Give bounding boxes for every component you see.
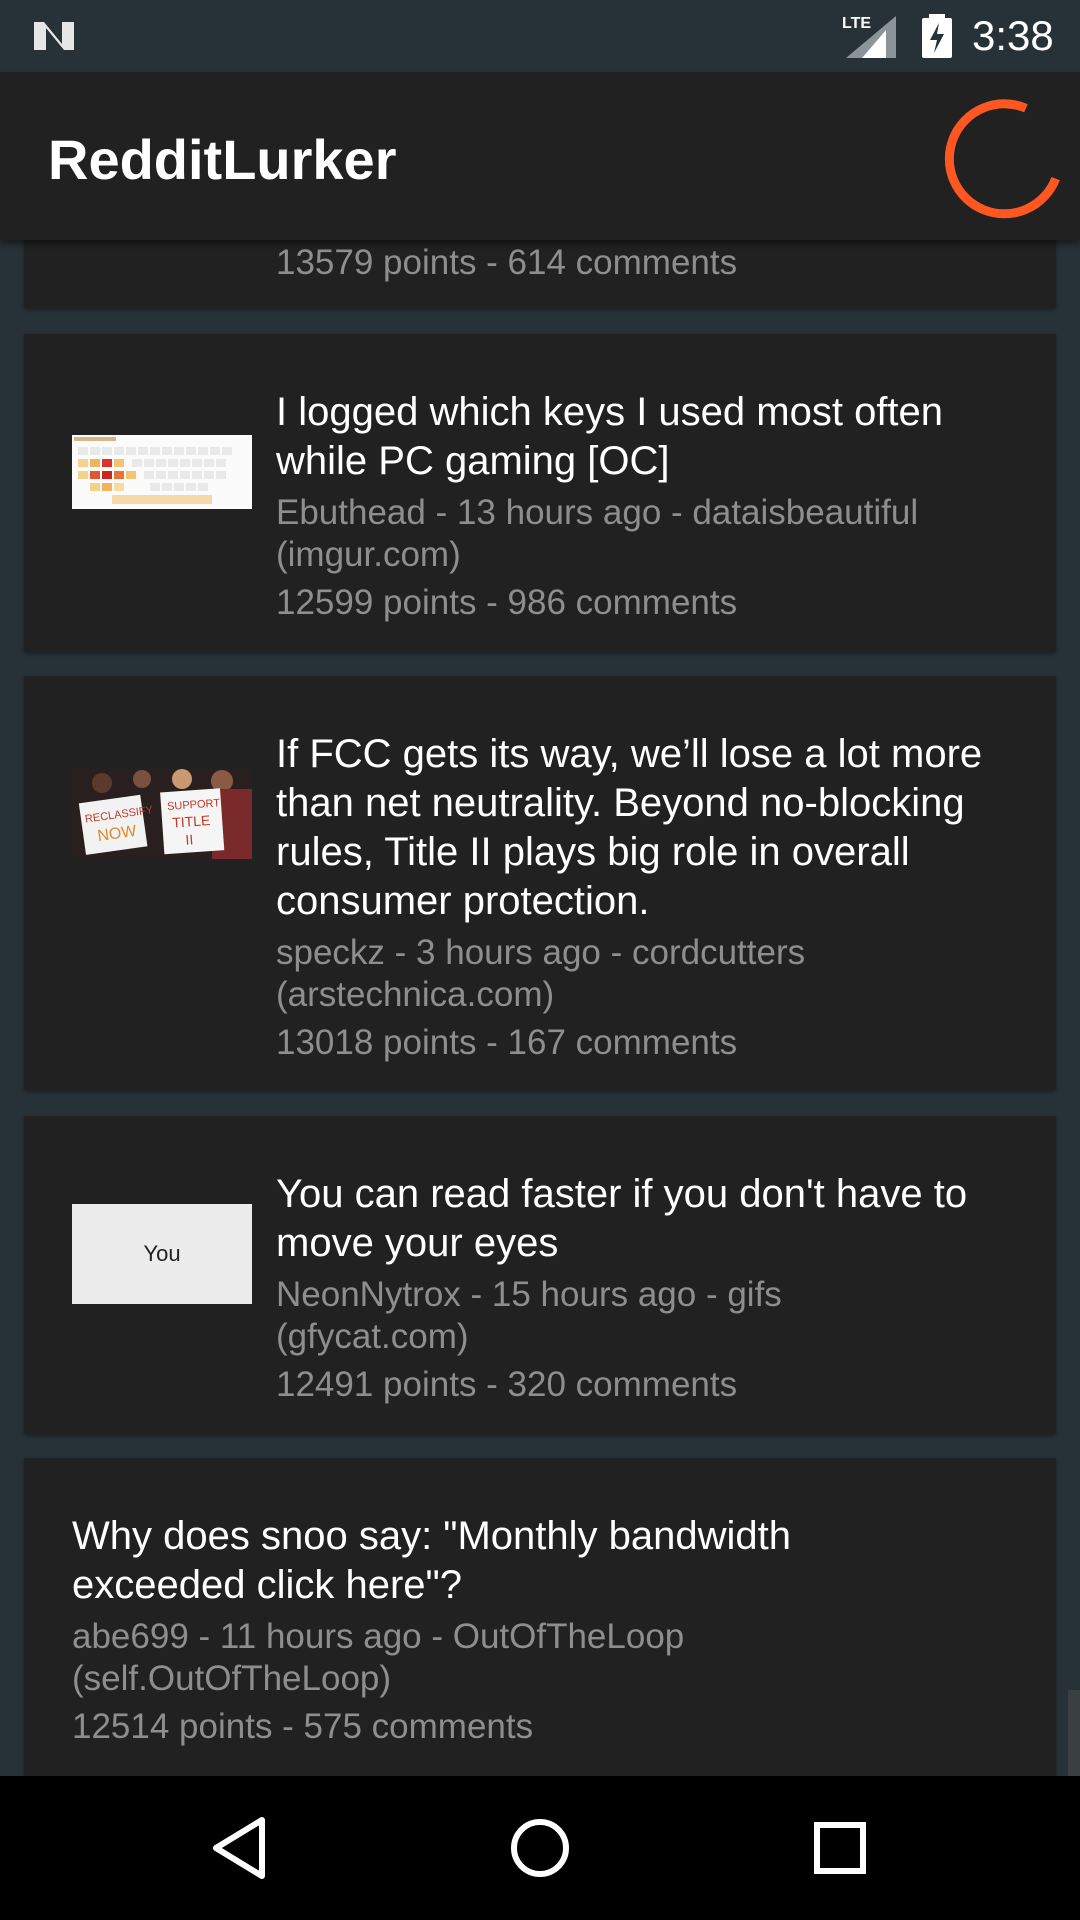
status-bar: LTE 3:38 — [0, 0, 1080, 72]
post-stats: 12514 points - 575 comments — [72, 1707, 534, 1746]
post-domain: (gfycat.com) — [276, 1317, 469, 1356]
n-notification-icon — [34, 22, 74, 50]
refresh-spinner-icon — [944, 99, 1060, 219]
protest-signs-thumbnail[interactable]: RECLASSIFY NOW SUPPORT TITLE II — [72, 769, 252, 859]
post-title[interactable]: If FCC gets its way, we’ll lose a lot mo… — [276, 730, 1016, 926]
battery-charging-icon — [922, 14, 952, 58]
post-title[interactable]: You can read faster if you don't have to… — [276, 1170, 1016, 1268]
post-stats: 12599 points - 986 comments — [276, 583, 738, 622]
home-icon[interactable] — [500, 1808, 580, 1888]
navigation-bar — [0, 1776, 1080, 1920]
post-stats: 12491 points - 320 comments — [276, 1365, 738, 1404]
post-card[interactable]: I logged which keys I used most often wh… — [24, 334, 1056, 652]
post-meta: speckz - 3 hours ago - cordcutters — [276, 933, 806, 972]
lte-signal-icon: LTE — [842, 15, 896, 58]
app-title: RedditLurker — [48, 128, 397, 191]
post-title[interactable]: I logged which keys I used most often wh… — [276, 388, 1016, 486]
scrollbar[interactable] — [1068, 1690, 1080, 1776]
post-stats: 13579 points - 614 comments — [276, 243, 738, 282]
post-domain: (imgur.com) — [276, 535, 461, 574]
post-card[interactable]: You You can read faster if you don't hav… — [24, 1116, 1056, 1434]
post-card[interactable]: RECLASSIFY NOW SUPPORT TITLE II If FCC g… — [24, 676, 1056, 1090]
post-card[interactable]: Why does snoo say: "Monthly bandwidth ex… — [24, 1458, 1056, 1776]
thumbnail-text: You — [143, 1241, 181, 1266]
clock: 3:38 — [972, 12, 1054, 59]
svg-text:II: II — [185, 831, 194, 848]
back-icon[interactable] — [200, 1808, 280, 1888]
post-feed[interactable]: 13579 points - 614 comments I logged whi… — [0, 240, 1080, 1776]
post-title[interactable]: Why does snoo say: "Monthly bandwidth ex… — [72, 1512, 856, 1610]
svg-text:LTE: LTE — [842, 15, 871, 32]
keyboard-heatmap-thumbnail[interactable] — [72, 435, 252, 509]
text-preview-thumbnail[interactable]: You — [72, 1204, 252, 1304]
recents-icon[interactable] — [800, 1808, 880, 1888]
post-domain: (self.OutOfTheLoop) — [72, 1659, 392, 1698]
app-bar: RedditLurker — [0, 72, 1080, 240]
post-domain: (arstechnica.com) — [276, 975, 555, 1014]
post-card[interactable]: 13579 points - 614 comments — [24, 240, 1056, 308]
post-meta: NeonNytrox - 15 hours ago - gifs — [276, 1275, 782, 1314]
post-meta: Ebuthead - 13 hours ago - dataisbeautifu… — [276, 493, 919, 532]
svg-text:TITLE: TITLE — [172, 812, 211, 831]
post-stats: 13018 points - 167 comments — [276, 1023, 738, 1062]
post-meta: abe699 - 11 hours ago - OutOfTheLoop — [72, 1617, 685, 1656]
